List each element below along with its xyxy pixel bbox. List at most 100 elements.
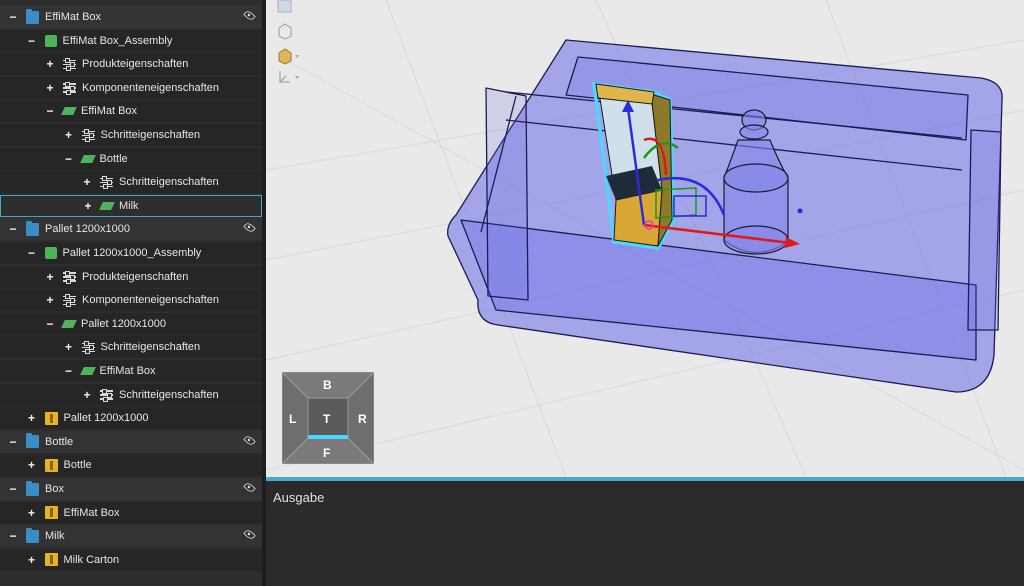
- tree-row[interactable]: + Schritteigenschaften: [0, 171, 262, 194]
- collapse-toggle[interactable]: −: [8, 222, 18, 236]
- part-icon: [99, 201, 115, 210]
- expand-toggle[interactable]: +: [64, 340, 74, 354]
- tree-row-label: Pallet 1200x1000_Assembly: [62, 247, 202, 259]
- collapse-toggle[interactable]: −: [8, 435, 18, 449]
- tree-row[interactable]: + Produkteigenschaften: [0, 53, 262, 76]
- tree-row-label: Produkteigenschaften: [82, 270, 189, 283]
- collapse-toggle[interactable]: −: [64, 152, 74, 166]
- tree-row[interactable]: + Milk: [0, 194, 262, 217]
- navigation-cube[interactable]: B F L R T: [282, 372, 374, 464]
- visibility-eye-icon[interactable]: [243, 434, 256, 447]
- output-panel-body: [266, 511, 1024, 586]
- tree-row[interactable]: + Bottle: [0, 454, 262, 477]
- tree-row[interactable]: − Pallet 1200x1000: [0, 218, 262, 241]
- tree-row[interactable]: + Produkteigenschaften: [0, 265, 262, 288]
- tree-row-label: EffiMat Box: [99, 365, 156, 377]
- tree-row[interactable]: − EffiMat Box: [0, 360, 262, 382]
- tree-row[interactable]: − Bottle: [0, 430, 262, 453]
- tree-row[interactable]: − Box: [0, 478, 262, 500]
- tree-row[interactable]: + Schritteigenschaften: [0, 383, 262, 406]
- tree-row-label: EffiMat Box: [63, 506, 120, 519]
- expand-toggle[interactable]: +: [27, 411, 37, 425]
- collapse-toggle[interactable]: −: [8, 529, 18, 543]
- folder-icon: [26, 480, 39, 496]
- expand-toggle[interactable]: +: [45, 81, 55, 95]
- tree-row-label: Bottle: [99, 152, 128, 165]
- properties-icon: [63, 270, 76, 284]
- tree-row-label: Milk Carton: [63, 553, 120, 566]
- tree-row-label: Box: [45, 483, 64, 495]
- expand-toggle[interactable]: +: [83, 199, 93, 213]
- expand-toggle[interactable]: +: [45, 270, 55, 284]
- tree-row[interactable]: + Pallet 1200x1000: [0, 407, 262, 430]
- tree-row[interactable]: − EffiMat Box: [0, 6, 262, 28]
- part-icon: [79, 367, 96, 375]
- folder-icon: [26, 220, 39, 236]
- collapse-toggle[interactable]: −: [27, 246, 37, 260]
- tree-row[interactable]: − EffiMat Box_Assembly: [0, 29, 262, 52]
- tree-row-label: Milk: [45, 530, 65, 543]
- tree-row-label: Bottle: [45, 435, 74, 448]
- tree-row-label: Pallet 1200x1000: [81, 317, 167, 330]
- tree-row[interactable]: − Milk: [0, 525, 262, 548]
- visibility-eye-icon[interactable]: [243, 221, 256, 235]
- tree-row[interactable]: + EffiMat Box: [0, 501, 262, 524]
- navcube-right-label[interactable]: R: [358, 412, 367, 426]
- collapse-toggle[interactable]: −: [8, 482, 18, 496]
- output-panel-title: Ausgabe: [273, 490, 325, 505]
- tree-row[interactable]: + Schritteigenschaften: [0, 336, 262, 359]
- tree-row-label: Produkteigenschaften: [82, 58, 189, 71]
- tree-row[interactable]: + Schritteigenschaften: [0, 124, 262, 146]
- tree-row[interactable]: − Bottle: [0, 147, 262, 170]
- navcube-front-label[interactable]: F: [323, 446, 330, 460]
- expand-toggle[interactable]: +: [27, 506, 37, 520]
- properties-icon: [63, 294, 76, 308]
- expand-toggle[interactable]: +: [82, 175, 92, 189]
- expand-toggle[interactable]: +: [45, 293, 55, 307]
- assembly-icon: [44, 34, 57, 47]
- box-icon: [44, 553, 58, 567]
- tree-row-label: Schritteigenschaften: [119, 388, 219, 401]
- visibility-eye-icon[interactable]: [243, 481, 256, 494]
- tree-row[interactable]: − Pallet 1200x1000: [0, 312, 262, 335]
- properties-icon: [81, 129, 95, 142]
- navcube-back-label[interactable]: B: [323, 378, 332, 392]
- scene-canvas[interactable]: [266, 0, 1024, 477]
- expand-toggle[interactable]: +: [64, 128, 74, 142]
- box-icon: [44, 458, 58, 472]
- tree-row-label: EffiMat Box: [45, 11, 102, 23]
- tree-row[interactable]: + Komponenteneigenschaften: [0, 76, 262, 99]
- tree-row[interactable]: − Pallet 1200x1000_Assembly: [0, 242, 262, 264]
- scene-tree-panel: − EffiMat Box − EffiMat Box_Assembly + Produk…: [0, 0, 262, 586]
- expand-toggle[interactable]: +: [27, 458, 37, 472]
- collapse-toggle[interactable]: −: [45, 104, 55, 118]
- tree-row[interactable]: + Milk Carton: [0, 548, 262, 571]
- collapse-toggle[interactable]: −: [8, 10, 18, 24]
- axes-icon[interactable]: [276, 68, 299, 86]
- tree-row-label: Schritteigenschaften: [119, 176, 219, 189]
- expand-toggle[interactable]: +: [82, 388, 92, 402]
- tree-row-label: Bottle: [63, 459, 92, 472]
- view-shaded-box-icon[interactable]: [276, 47, 299, 65]
- visibility-eye-icon[interactable]: [243, 9, 256, 22]
- navcube-top-label[interactable]: T: [323, 412, 330, 426]
- tree-row-label: EffiMat Box_Assembly: [62, 34, 173, 47]
- tree-row[interactable]: − EffiMat Box: [0, 100, 262, 123]
- expand-toggle[interactable]: +: [45, 57, 55, 71]
- expand-toggle[interactable]: +: [27, 553, 37, 567]
- box-icon: [44, 506, 58, 520]
- view-grid-icon[interactable]: [276, 0, 294, 18]
- collapse-toggle[interactable]: −: [27, 34, 37, 48]
- view-wireframe-icon[interactable]: [276, 22, 294, 40]
- tree-row-label: Komponenteneigenschaften: [82, 294, 219, 307]
- properties-icon: [100, 388, 113, 402]
- visibility-eye-icon[interactable]: [243, 528, 256, 541]
- navcube-left-label[interactable]: L: [289, 412, 296, 426]
- folder-icon: [26, 527, 39, 543]
- tree-row[interactable]: + Komponenteneigenschaften: [0, 289, 262, 312]
- tree-row-label: Schritteigenschaften: [100, 129, 201, 141]
- collapse-toggle[interactable]: −: [64, 364, 74, 378]
- assembly-icon: [44, 247, 57, 259]
- 3d-viewport[interactable]: B F L R T: [266, 0, 1024, 477]
- collapse-toggle[interactable]: −: [45, 317, 55, 331]
